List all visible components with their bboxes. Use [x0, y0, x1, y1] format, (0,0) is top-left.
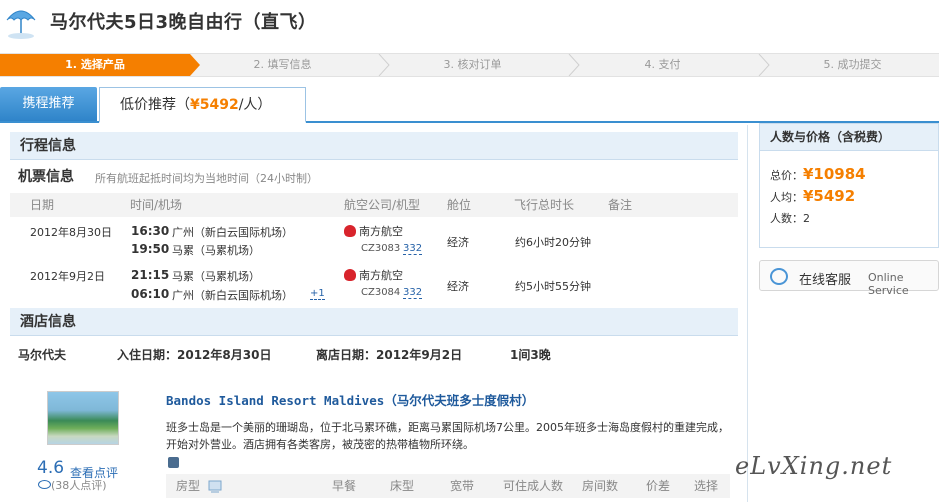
room-nights: 1间3晚 — [510, 348, 551, 362]
col-broadband: 宽带 — [450, 479, 475, 493]
departure-time: 21:15 — [131, 268, 170, 282]
hotel-photo[interactable] — [47, 391, 119, 445]
plane-type-link[interactable]: 332 — [403, 287, 423, 299]
total-price-value: ¥10984 — [803, 165, 866, 183]
people-count-row: 人数：2 — [770, 210, 810, 226]
col-time-airport: 时间/机场 — [130, 198, 183, 212]
arrival-airport: 广州（新白云国际机场） — [172, 289, 293, 302]
flight-info-note: 所有航班起抵时间均为当地时间（24小时制） — [95, 172, 318, 185]
flight-date: 2012年8月30日 — [30, 226, 112, 239]
plane-type-link[interactable]: 332 — [403, 243, 423, 255]
step-separator — [378, 54, 390, 76]
room-table-header: 房型 早餐 床型 宽带 可住成人数 房间数 价差 选择 — [166, 474, 730, 498]
main-content: 行程信息 机票信息 所有航班起抵时间均为当地时间（24小时制） 日期 时间/机场… — [0, 125, 748, 502]
review-count: (38人点评) — [38, 477, 107, 493]
per-person-row: 人均：¥5492 — [770, 187, 855, 205]
checkin-date: 入住日期：2012年8月30日 — [117, 348, 272, 362]
umbrella-icon — [6, 10, 36, 39]
flight-number: CZ3084 — [361, 287, 401, 298]
flight-info-title: 机票信息 — [18, 169, 74, 185]
tab-low-price[interactable]: 低价推荐（¥5492/人） — [99, 87, 306, 123]
step-fill-info: 2. 填写信息 — [253, 58, 312, 71]
online-service-label-en: Online Service — [868, 271, 909, 297]
step-verify-order: 3. 核对订单 — [443, 58, 502, 71]
hotel-rating: 4.6 — [37, 458, 65, 478]
col-airline: 航空公司/机型 — [344, 198, 421, 212]
flight-table-header: 日期 时间/机场 航空公司/机型 舱位 飞行总时长 备注 — [10, 193, 738, 217]
flight-duration: 约6小时20分钟 — [515, 236, 591, 249]
col-select: 选择 — [694, 479, 719, 493]
tab-low-price-value: ¥5492 — [190, 97, 239, 113]
departure-time: 16:30 — [131, 224, 170, 238]
tab-bar: 携程推荐 低价推荐（¥5492/人） — [0, 87, 939, 123]
online-service-label: 在线客服 — [799, 273, 852, 288]
arrival-time: 19:50 — [131, 242, 170, 256]
col-cabin: 舱位 — [447, 198, 472, 212]
checkout-date: 离店日期：2012年9月2日 — [316, 348, 463, 362]
page-header: 马尔代夫5日3晚自由行（直飞） — [0, 0, 939, 50]
arrival-airport: 马累（马累机场） — [172, 244, 260, 257]
step-submitted: 5. 成功提交 — [823, 58, 882, 71]
step-separator — [758, 54, 770, 76]
col-duration: 飞行总时长 — [514, 198, 575, 212]
departure-airport: 马累（马累机场） — [172, 270, 260, 283]
step-payment: 4. 支付 — [644, 58, 681, 71]
col-price-diff: 价差 — [646, 479, 671, 493]
tab-low-price-suffix: /人） — [238, 97, 272, 113]
step-select-product: 1. 选择产品 — [0, 54, 190, 76]
itinerary-section-title: 行程信息 — [10, 132, 738, 160]
hotel-destination: 马尔代夫 — [18, 348, 67, 362]
per-person-value: ¥5492 — [803, 187, 856, 205]
arrival-time: 06:10 — [131, 287, 170, 301]
cabin-class: 经济 — [447, 236, 469, 249]
airline: 南方航空 — [344, 223, 403, 239]
col-room-type: 房型 — [176, 479, 201, 493]
airline-name: 南方航空 — [359, 269, 403, 282]
china-southern-logo-icon — [344, 225, 356, 237]
site-watermark: eLvXing.net — [735, 452, 893, 480]
departure-airport: 广州（新白云国际机场） — [172, 226, 293, 239]
cabin-class: 经济 — [447, 280, 469, 293]
hotel-description: 班多士岛是一个美丽的珊瑚岛，位于北马累环礁，距离马累国际机场7公里。2005年班… — [166, 421, 729, 451]
col-breakfast: 早餐 — [332, 479, 357, 493]
hotel-name-link[interactable]: Bandos Island Resort Maldives（马尔代夫班多士度假村… — [166, 390, 534, 409]
online-service-button[interactable]: 在线客服 Online Service — [759, 260, 939, 297]
review-count-text: (38人点评) — [51, 479, 107, 492]
hotel-section-title: 酒店信息 — [10, 308, 738, 336]
col-room-count: 房间数 — [582, 479, 619, 493]
price-summary-box: 人数与价格（含税费） 总价：¥10984 人均：¥5492 人数：2 — [759, 123, 939, 248]
comment-icon — [38, 480, 51, 489]
headset-icon — [770, 268, 788, 285]
progress-steps: 1. 选择产品 2. 填写信息 3. 核对订单 4. 支付 5. 成功提交 — [0, 53, 939, 77]
people-count-value: 2 — [803, 212, 810, 225]
info-icon[interactable] — [168, 457, 179, 468]
page-title: 马尔代夫5日3晚自由行（直飞） — [50, 12, 317, 33]
airline-name: 南方航空 — [359, 225, 403, 238]
flight-duration: 约5小时55分钟 — [515, 280, 591, 293]
people-count-label: 人数： — [770, 212, 803, 225]
step-arrow — [190, 54, 200, 76]
col-bed-type: 床型 — [390, 479, 415, 493]
col-max-adults: 可住成人数 — [503, 479, 564, 493]
flight-number: CZ3083 — [361, 243, 401, 254]
price-summary-title: 人数与价格（含税费） — [760, 124, 938, 151]
total-price-row: 总价：¥10984 — [770, 165, 866, 183]
col-remark: 备注 — [608, 198, 633, 212]
col-date: 日期 — [30, 198, 55, 212]
step-separator — [568, 54, 580, 76]
per-person-label: 人均： — [770, 191, 803, 204]
airline: 南方航空 — [344, 267, 403, 283]
next-day-badge[interactable]: +1 — [310, 288, 325, 300]
tab-low-price-prefix: 低价推荐（ — [120, 97, 190, 113]
tab-ctrip-recommend[interactable]: 携程推荐 — [0, 87, 97, 121]
flight-date: 2012年9月2日 — [30, 270, 105, 283]
room-type-help-icon[interactable] — [208, 479, 222, 493]
china-southern-logo-icon — [344, 269, 356, 281]
total-price-label: 总价： — [770, 169, 803, 182]
